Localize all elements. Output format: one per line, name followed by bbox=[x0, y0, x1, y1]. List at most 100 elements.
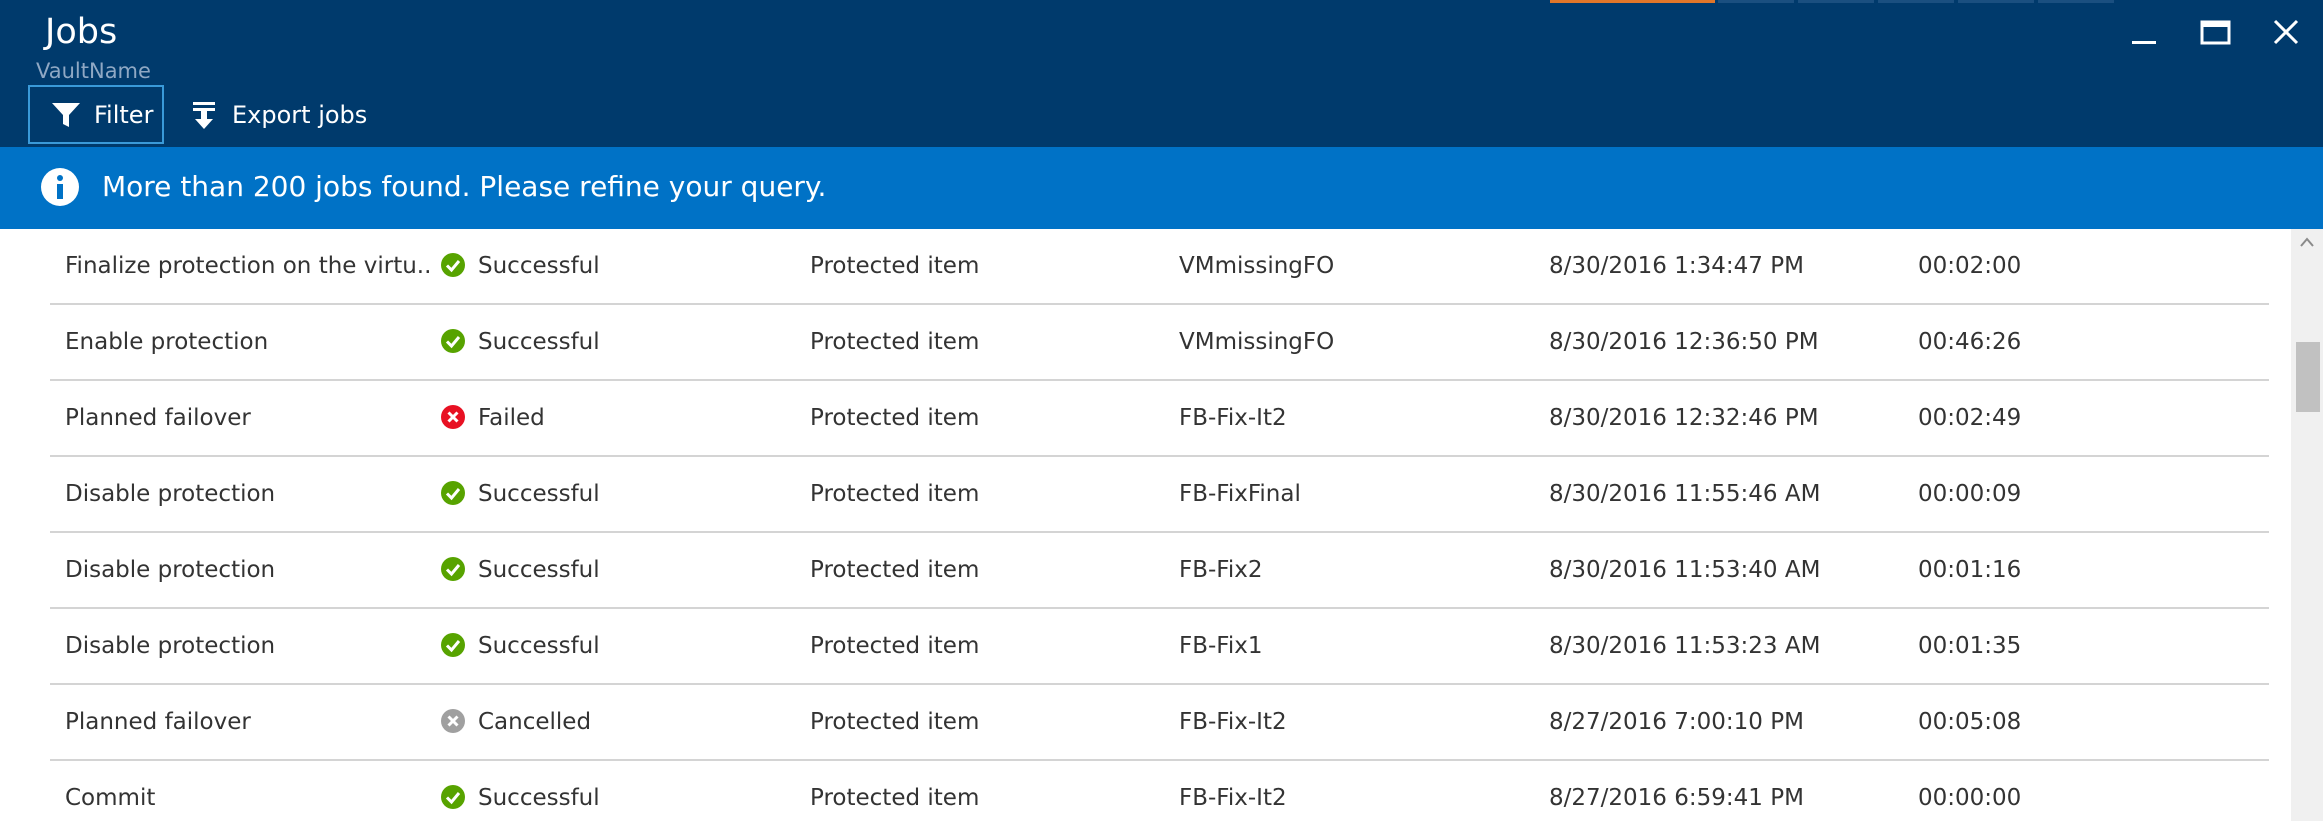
table-row[interactable]: Disable protection Successful Protected it… bbox=[50, 457, 2269, 533]
job-status: Successful bbox=[440, 631, 600, 661]
job-start-time: 8/27/2016 7:00:10 PM bbox=[1549, 709, 1804, 735]
job-name: Planned failover bbox=[65, 405, 251, 431]
cancelled-x-icon bbox=[440, 708, 478, 734]
success-check-icon bbox=[440, 632, 478, 658]
success-check-icon bbox=[440, 328, 478, 354]
job-status-label: Successful bbox=[478, 253, 600, 279]
job-name: Disable protection bbox=[65, 557, 276, 583]
job-duration: 00:00:09 bbox=[1918, 481, 2022, 507]
job-type: Protected item bbox=[810, 709, 980, 735]
job-type: Protected item bbox=[810, 785, 980, 811]
minimize-icon bbox=[2132, 41, 2156, 44]
header-tab[interactable] bbox=[1718, 0, 1794, 3]
table-row[interactable]: Enable protection Successful Protected ite… bbox=[50, 305, 2269, 381]
export-icon bbox=[193, 101, 215, 129]
success-check-icon bbox=[440, 480, 478, 506]
job-status: Successful bbox=[440, 555, 600, 585]
export-jobs-label: Export jobs bbox=[232, 100, 368, 129]
job-duration: 00:01:35 bbox=[1918, 633, 2022, 659]
job-type: Protected item bbox=[810, 481, 980, 507]
job-status-label: Cancelled bbox=[478, 709, 592, 735]
vertical-scrollbar[interactable] bbox=[2291, 229, 2323, 821]
header-tab[interactable] bbox=[1798, 0, 1874, 3]
table-row[interactable]: Disable protection Successful Protected it… bbox=[50, 533, 2269, 609]
jobs-table: Finalize protection on the virtu... Succe… bbox=[50, 229, 2269, 835]
success-check-icon bbox=[440, 252, 478, 278]
table-row[interactable]: Planned failover Cancelled Protected item F… bbox=[50, 685, 2269, 761]
job-start-time: 8/30/2016 12:32:46 PM bbox=[1549, 405, 1819, 431]
job-start-time: 8/30/2016 11:53:40 AM bbox=[1549, 557, 1821, 583]
job-name: Disable protection bbox=[65, 481, 276, 507]
table-row[interactable]: Planned failover Failed Protected item FB-F… bbox=[50, 381, 2269, 457]
scrollbar-thumb[interactable] bbox=[2296, 342, 2320, 412]
job-duration: 00:01:16 bbox=[1918, 557, 2022, 583]
job-status: Successful bbox=[440, 479, 600, 509]
job-status: Failed bbox=[440, 403, 545, 433]
job-type: Protected item bbox=[810, 329, 980, 355]
info-banner: More than 200 jobs found. Please refine … bbox=[0, 147, 2323, 229]
job-type: Protected item bbox=[810, 633, 980, 659]
success-check-icon bbox=[440, 556, 478, 582]
job-name: Commit bbox=[65, 785, 156, 811]
filter-button-label: Filter bbox=[94, 100, 154, 129]
job-status-label: Successful bbox=[478, 557, 600, 583]
job-name: Planned failover bbox=[65, 709, 251, 735]
job-type: Protected item bbox=[810, 405, 980, 431]
job-start-time: 8/30/2016 11:53:23 AM bbox=[1549, 633, 1821, 659]
job-item: FB-Fix2 bbox=[1179, 557, 1263, 583]
filter-icon bbox=[52, 102, 80, 127]
job-item: VMmissingFO bbox=[1179, 253, 1335, 279]
success-check-icon bbox=[440, 784, 478, 810]
job-item: FB-Fix-It2 bbox=[1179, 785, 1287, 811]
job-status: Successful bbox=[440, 251, 600, 281]
job-type: Protected item bbox=[810, 557, 980, 583]
job-start-time: 8/30/2016 1:34:47 PM bbox=[1549, 253, 1804, 279]
job-item: FB-Fix-It2 bbox=[1179, 405, 1287, 431]
job-duration: 00:05:08 bbox=[1918, 709, 2022, 735]
vault-name-subtitle: VaultName bbox=[36, 59, 151, 83]
filter-button[interactable]: Filter bbox=[28, 85, 164, 144]
close-button[interactable] bbox=[2264, 14, 2310, 54]
job-status-label: Successful bbox=[478, 329, 600, 355]
info-icon bbox=[41, 168, 79, 206]
job-status-label: Successful bbox=[478, 785, 600, 811]
page-title: Jobs bbox=[45, 12, 118, 52]
job-item: FB-Fix-It2 bbox=[1179, 709, 1287, 735]
job-status: Successful bbox=[440, 783, 600, 813]
job-start-time: 8/30/2016 12:36:50 PM bbox=[1549, 329, 1819, 355]
job-status-label: Failed bbox=[478, 405, 545, 431]
job-item: FB-Fix1 bbox=[1179, 633, 1263, 659]
job-name: Disable protection bbox=[65, 633, 276, 659]
job-status: Successful bbox=[440, 327, 600, 357]
header-tab[interactable] bbox=[2038, 0, 2114, 3]
job-duration: 00:46:26 bbox=[1918, 329, 2022, 355]
job-status: Cancelled bbox=[440, 707, 591, 737]
job-item: FB-FixFinal bbox=[1179, 481, 1301, 507]
maximize-button[interactable] bbox=[2192, 14, 2238, 54]
banner-message: More than 200 jobs found. Please refine … bbox=[102, 170, 827, 203]
export-jobs-button[interactable]: Export jobs bbox=[186, 85, 376, 144]
header-tab-active[interactable] bbox=[1550, 0, 1715, 3]
job-status-label: Successful bbox=[478, 481, 600, 507]
job-duration: 00:00:00 bbox=[1918, 785, 2022, 811]
job-type: Protected item bbox=[810, 253, 980, 279]
minimize-button[interactable] bbox=[2120, 14, 2166, 54]
blade-header: Jobs VaultName Filter Export jobs bbox=[0, 0, 2323, 147]
job-name: Enable protection bbox=[65, 329, 269, 355]
table-row[interactable]: Disable protection Successful Protected it… bbox=[50, 609, 2269, 685]
maximize-icon bbox=[2200, 20, 2231, 45]
close-icon bbox=[2273, 19, 2299, 45]
job-name: Finalize protection on the virtu... bbox=[65, 253, 430, 279]
scroll-up-icon[interactable] bbox=[2299, 235, 2315, 249]
job-duration: 00:02:49 bbox=[1918, 405, 2022, 431]
job-start-time: 8/30/2016 11:55:46 AM bbox=[1549, 481, 1821, 507]
failed-x-icon bbox=[440, 404, 478, 430]
table-row[interactable]: Commit Successful Protected item FB-Fix-It2… bbox=[50, 761, 2269, 835]
table-row[interactable]: Finalize protection on the virtu... Succe… bbox=[50, 229, 2269, 305]
job-status-label: Successful bbox=[478, 633, 600, 659]
job-duration: 00:02:00 bbox=[1918, 253, 2022, 279]
job-start-time: 8/27/2016 6:59:41 PM bbox=[1549, 785, 1804, 811]
header-tab[interactable] bbox=[1958, 0, 2034, 3]
job-item: VMmissingFO bbox=[1179, 329, 1335, 355]
header-tab[interactable] bbox=[1878, 0, 1954, 3]
